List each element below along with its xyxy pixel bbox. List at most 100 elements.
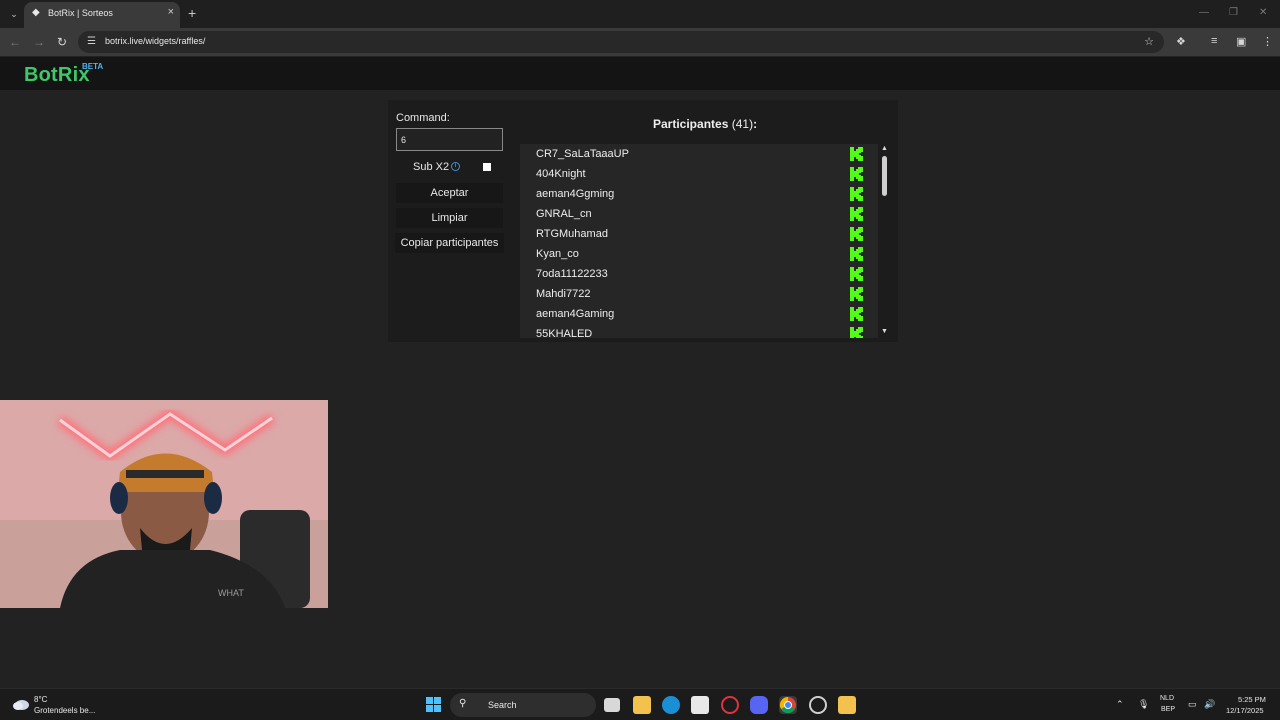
chrome-icon (779, 696, 796, 714)
menu-icon[interactable]: ⋮ (1262, 35, 1273, 48)
participant-name: 55KHALED (536, 328, 593, 338)
participant-name: RTGMuhamad (536, 228, 608, 240)
participant-row: 7oda11122233 (520, 264, 865, 284)
tab-title: BotRix | Sorteos (48, 8, 113, 18)
restore-icon[interactable]: ❐ (1229, 7, 1238, 18)
scroll-down-icon[interactable]: ▼ (881, 328, 888, 335)
windows-start-icon[interactable] (426, 697, 441, 712)
kick-icon (850, 327, 863, 338)
tab-search-icon[interactable]: ⌄ (6, 6, 22, 22)
kick-icon (850, 167, 863, 181)
kick-icon (850, 307, 863, 321)
weather-temperature[interactable]: 8°C (34, 695, 47, 704)
edge-icon[interactable] (662, 696, 680, 714)
opera-icon[interactable] (721, 696, 739, 714)
language-primary[interactable]: NLD (1160, 695, 1174, 702)
store-icon[interactable] (691, 696, 709, 714)
botrix-logo[interactable]: BotRix (24, 64, 90, 87)
kick-icon (850, 267, 863, 281)
subx2-label: Sub X2 (413, 161, 450, 173)
tray-overflow-icon[interactable]: ⌃ (1116, 699, 1124, 710)
kick-icon (850, 227, 863, 241)
copy-participants-button[interactable]: Copiar participantes (395, 233, 504, 253)
network-icon[interactable]: ▭ (1188, 699, 1197, 710)
minimize-icon[interactable]: — (1199, 7, 1209, 18)
weather-cloud-icon[interactable] (12, 697, 30, 711)
participant-name: aeman4Gaming (536, 308, 615, 320)
browser-toolbar: ← → ↻ ☰ botrix.live/widgets/raffles/ ☆ ❖… (0, 28, 1280, 56)
microphone-icon[interactable]: 🎙 (1138, 699, 1149, 710)
participant-row: aeman4Ggming (520, 184, 865, 204)
participant-row: CR7_SaLaTaaaUP (520, 144, 865, 164)
url-text[interactable]: botrix.live/widgets/raffles/ (105, 36, 205, 46)
browser-tab[interactable]: ◆ BotRix | Sorteos × (24, 2, 180, 28)
webcam-video: WHAT (0, 400, 328, 608)
language-secondary[interactable]: BEP (1161, 706, 1175, 713)
participant-name: Mahdi7722 (536, 288, 591, 300)
kick-icon (850, 207, 863, 221)
forward-icon[interactable]: → (33, 35, 45, 49)
app-header: BotRix BETA (0, 57, 1280, 90)
profile-icon[interactable]: ▣ (1236, 35, 1246, 48)
participant-row: Kyan_co (520, 244, 865, 264)
participant-row: aeman4Gaming (520, 304, 865, 324)
tab-close-icon[interactable]: × (168, 6, 174, 18)
clock-time[interactable]: 5:25 PM (1238, 695, 1266, 704)
close-window-icon[interactable]: ✕ (1259, 7, 1267, 18)
task-view-icon[interactable] (604, 698, 620, 712)
reload-icon[interactable]: ↻ (57, 35, 67, 49)
participant-row: 404Knight (520, 164, 865, 184)
shirt-text: WHAT (218, 588, 244, 598)
participants-heading: Participantes (41): (653, 117, 757, 131)
kick-icon (850, 247, 863, 261)
obs-icon[interactable] (809, 696, 827, 714)
clock-date[interactable]: 12/17/2025 (1226, 706, 1264, 715)
kick-icon (850, 187, 863, 201)
weather-description[interactable]: Grotendeels be... (34, 706, 95, 715)
app-icon[interactable] (838, 696, 856, 714)
participants-list[interactable]: CR7_SaLaTaaaUP 404Knight aeman4Ggming GNRAL… (520, 144, 878, 338)
bookmark-star-icon[interactable]: ☆ (1144, 35, 1154, 48)
participant-row: 55KHALED (520, 324, 865, 338)
participant-name: 404Knight (536, 168, 586, 180)
scroll-up-icon[interactable]: ▲ (881, 145, 888, 152)
participant-row: Mahdi7722 (520, 284, 865, 304)
volume-icon[interactable]: 🔊 (1204, 699, 1215, 710)
site-info-icon[interactable]: ☰ (87, 36, 96, 47)
taskbar: 8°C Grotendeels be... ⚲ Search ⌃ 🎙 NLD B… (0, 688, 1280, 720)
participants-suffix: : (753, 117, 758, 131)
kick-icon (850, 287, 863, 301)
participants-scrollbar[interactable]: ▲ ▼ (878, 144, 892, 338)
scroll-thumb[interactable] (882, 156, 887, 196)
kick-icon (850, 147, 863, 161)
clear-button[interactable]: Limpiar (396, 208, 503, 228)
raffle-panel: Command: Sub X2 i Aceptar Limpiar Copiar… (388, 100, 898, 342)
search-label: Search (488, 700, 517, 710)
command-label: Command: (396, 112, 450, 124)
extensions-icon[interactable]: ❖ (1176, 35, 1186, 48)
file-explorer-icon[interactable] (633, 696, 651, 714)
participant-name: aeman4Ggming (536, 188, 615, 200)
participants-count: (41) (731, 117, 754, 131)
participant-name: 7oda11122233 (536, 268, 608, 280)
subx2-checkbox[interactable] (483, 163, 491, 171)
search-icon: ⚲ (459, 698, 467, 709)
accept-button[interactable]: Aceptar (396, 183, 503, 203)
new-tab-icon[interactable]: + (188, 5, 196, 21)
info-icon[interactable]: i (451, 162, 460, 171)
favicon-icon: ◆ (32, 7, 40, 18)
participants-title: Participantes (653, 117, 729, 131)
taskbar-search[interactable]: ⚲ Search (450, 693, 596, 717)
reading-list-icon[interactable]: ≡ (1211, 35, 1217, 47)
command-input[interactable] (396, 128, 503, 151)
webcam-image: WHAT (0, 400, 328, 608)
chrome-active-bg[interactable] (779, 696, 797, 714)
discord-icon[interactable] (750, 696, 768, 714)
participant-row: GNRAL_cn (520, 204, 865, 224)
back-icon[interactable]: ← (9, 35, 21, 49)
participant-row: RTGMuhamad (520, 224, 865, 244)
beta-badge: BETA (82, 62, 104, 71)
participant-name: Kyan_co (536, 248, 579, 260)
address-bar[interactable]: ☰ botrix.live/widgets/raffles/ ☆ (78, 31, 1164, 53)
participant-name: CR7_SaLaTaaaUP (536, 148, 629, 160)
